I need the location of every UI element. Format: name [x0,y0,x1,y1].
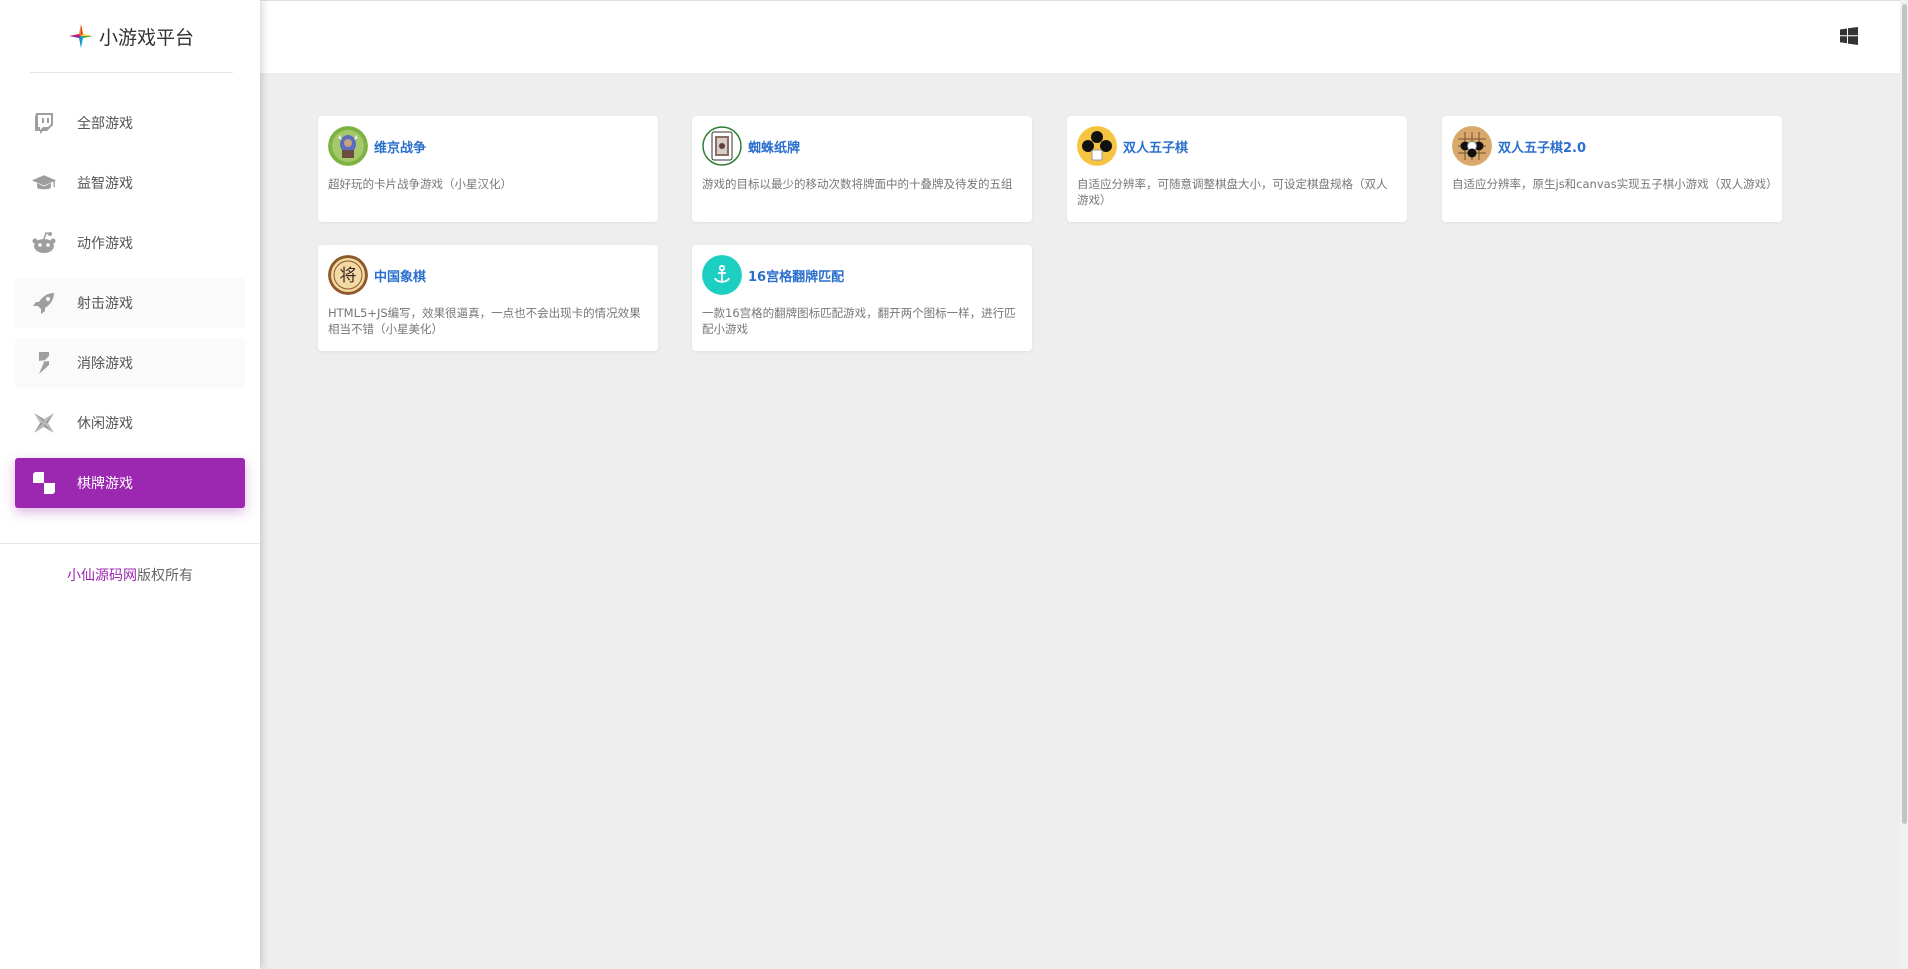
game-title[interactable]: 双人五子棋 [1123,137,1188,156]
sidebar-item-action-games[interactable]: 动作游戏 [15,218,245,268]
game-title[interactable]: 维京战争 [374,137,426,156]
game-description: 自适应分辨率，可随意调整棋盘大小，可设定棋盘规格（双人游戏） [1077,177,1388,207]
game-description: 自适应分辨率，原生js和canvas实现五子棋小游戏（双人游戏） [1452,177,1778,191]
game-title[interactable]: 16宫格翻牌匹配 [748,266,844,285]
game-card[interactable]: 双人五子棋 自适应分辨率，可随意调整棋盘大小，可设定棋盘规格（双人游戏） [1067,116,1407,222]
game-title[interactable]: 蜘蛛纸牌 [748,137,800,156]
reddit-icon [31,230,57,256]
sidebar-item-puzzle-games[interactable]: 益智游戏 [15,158,245,208]
copyright: 小仙源码网版权所有 [0,565,260,585]
svg-text:将: 将 [340,266,357,286]
viking-thumb [328,126,368,166]
app-title: 小游戏平台 [98,26,194,49]
game-title[interactable]: 双人五子棋2.0 [1498,137,1586,156]
game-card[interactable]: 蜘蛛纸牌 游戏的目标以最少的移动次数将牌面中的十叠牌及待发的五组 [692,116,1032,222]
game-card[interactable]: 将 中国象棋 HTML5+JS编写，效果很逼真，一点也不会出现卡的情况效果相当不… [318,245,658,351]
game-description: HTML5+JS编写，效果很逼真，一点也不会出现卡的情况效果相当不错（小星美化） [328,306,641,336]
gomoku2-thumb [1452,126,1492,166]
app-logo[interactable]: 小游戏平台 [30,0,233,73]
game-title[interactable]: 中国象棋 [374,266,426,285]
scrollbar[interactable] [1900,0,1908,969]
sidebar-item-all-games[interactable]: 全部游戏 [15,98,245,148]
sidebar-item-label: 消除游戏 [77,356,133,372]
chinese-chess-thumb: 将 [328,255,368,295]
game-description: 游戏的目标以最少的移动次数将牌面中的十叠牌及待发的五组 [702,177,1013,191]
graduation-cap-icon [31,170,57,196]
top-bar [260,0,1908,73]
sidebar-item-elimination-games[interactable]: 消除游戏 [15,338,245,388]
sidebar-item-label: 全部游戏 [77,116,133,132]
sidebar-item-label: 射击游戏 [77,296,133,312]
sidebar-nav: 全部游戏 益智游戏 动作游戏 射击游戏 消除游戏 休闲游戏 棋牌游戏 [15,98,245,518]
sidebar-item-label: 动作游戏 [77,236,133,252]
checkerboard-icon [31,470,57,496]
sidebar-item-label: 棋牌游戏 [77,476,133,492]
sidebar-item-shooting-games[interactable]: 射击游戏 [15,278,245,328]
star-logo-icon [68,24,93,48]
spider-card-thumb [702,126,742,166]
game-description: 一款16宫格的翻牌图标匹配游戏，翻开两个图标一样，进行匹配小游戏 [702,306,1016,336]
game-description: 超好玩的卡片战争游戏（小星汉化） [328,177,512,191]
sidebar-divider [0,543,260,544]
game-card[interactable]: 16宫格翻牌匹配 一款16宫格的翻牌图标匹配游戏，翻开两个图标一样，进行匹配小游… [692,245,1032,351]
game-card[interactable]: 维京战争 超好玩的卡片战争游戏（小星汉化） [318,116,658,222]
sidebar-item-casual-games[interactable]: 休闲游戏 [15,398,245,448]
scrollbar-thumb[interactable] [1902,4,1907,824]
sidebar: 小游戏平台 全部游戏 益智游戏 动作游戏 射击游戏 消除游戏 休闲游戏 棋牌游戏… [0,0,260,969]
anchor-thumb [702,255,742,295]
bolt-icon [31,350,57,376]
twitch-icon [31,110,57,136]
pinwheel-icon [31,410,57,436]
copyright-link[interactable]: 小仙源码网 [67,568,137,584]
sidebar-item-board-card-games[interactable]: 棋牌游戏 [15,458,245,508]
sidebar-item-label: 休闲游戏 [77,416,133,432]
copyright-text: 版权所有 [137,568,193,584]
windows-icon[interactable] [1840,27,1858,49]
gomoku-thumb [1077,126,1117,166]
rocket-icon [31,290,57,316]
sidebar-item-label: 益智游戏 [77,176,133,192]
game-card[interactable]: 双人五子棋2.0 自适应分辨率，原生js和canvas实现五子棋小游戏（双人游戏… [1442,116,1782,222]
